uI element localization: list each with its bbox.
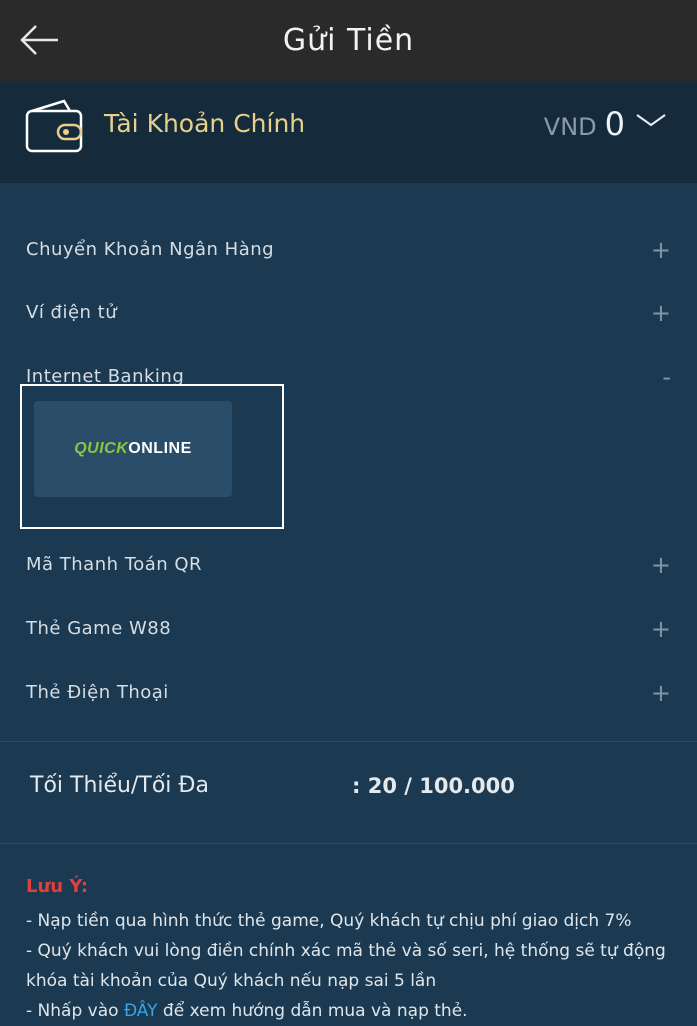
balance: VND 0 [544, 105, 625, 143]
account-selector[interactable]: Tài Khoản Chính VND 0 [0, 81, 697, 183]
limits-label: Tối Thiểu/Tối Đa [30, 773, 209, 798]
quickonline-option[interactable]: QUICKONLINE [34, 401, 232, 497]
currency-label: VND [543, 113, 597, 141]
menu-item-label: Chuyển Khoản Ngân Hàng [26, 239, 275, 260]
expand-icon[interactable]: + [651, 235, 671, 265]
expand-icon[interactable]: + [651, 298, 671, 328]
divider [0, 741, 697, 742]
collapse-icon[interactable]: - [662, 362, 671, 392]
balance-value: 0 [604, 105, 625, 143]
expand-icon[interactable]: + [651, 678, 671, 708]
chevron-down-icon[interactable] [635, 111, 667, 129]
menu-item-label: Ví điện tử [26, 302, 118, 323]
account-name: Tài Khoản Chính [104, 109, 306, 138]
menu-item-game-card[interactable]: Thẻ Game W88 + [0, 606, 697, 656]
page-title: Gửi Tiền [282, 23, 415, 58]
menu-item-qr-code[interactable]: Mã Thanh Toán QR + [0, 542, 697, 592]
limits-value: : 20 / 100.000 [352, 774, 515, 798]
menu-item-bank-transfer[interactable]: Chuyển Khoản Ngân Hàng + [0, 227, 697, 277]
note-line: - Quý khách vui lòng điền chính xác mã t… [26, 941, 666, 991]
expand-icon[interactable]: + [651, 614, 671, 644]
menu-item-label: Thẻ Game W88 [26, 618, 172, 639]
menu-item-label: Mã Thanh Toán QR [26, 554, 203, 575]
note-line: - Nạp tiền qua hình thức thẻ game, Quý k… [26, 911, 632, 931]
notes-title: Lưu Ý: [26, 876, 89, 897]
divider [0, 843, 697, 844]
menu-item-phone-card[interactable]: Thẻ Điện Thoại + [0, 670, 697, 720]
expand-icon[interactable]: + [651, 550, 671, 580]
top-bar: Gửi Tiền [0, 0, 697, 81]
wallet-icon [25, 99, 83, 153]
note-line: - Nhấp vào ĐÂY để xem hướng dẫn mua và n… [26, 1001, 468, 1021]
guide-link[interactable]: ĐÂY [124, 1001, 158, 1021]
notes-section: Lưu Ý: - Nạp tiền qua hình thức thẻ game… [26, 872, 676, 1026]
menu-item-e-wallet[interactable]: Ví điện tử + [0, 290, 697, 340]
menu-item-label: Thẻ Điện Thoại [26, 682, 169, 703]
quickonline-logo: QUICKONLINE [74, 440, 192, 457]
